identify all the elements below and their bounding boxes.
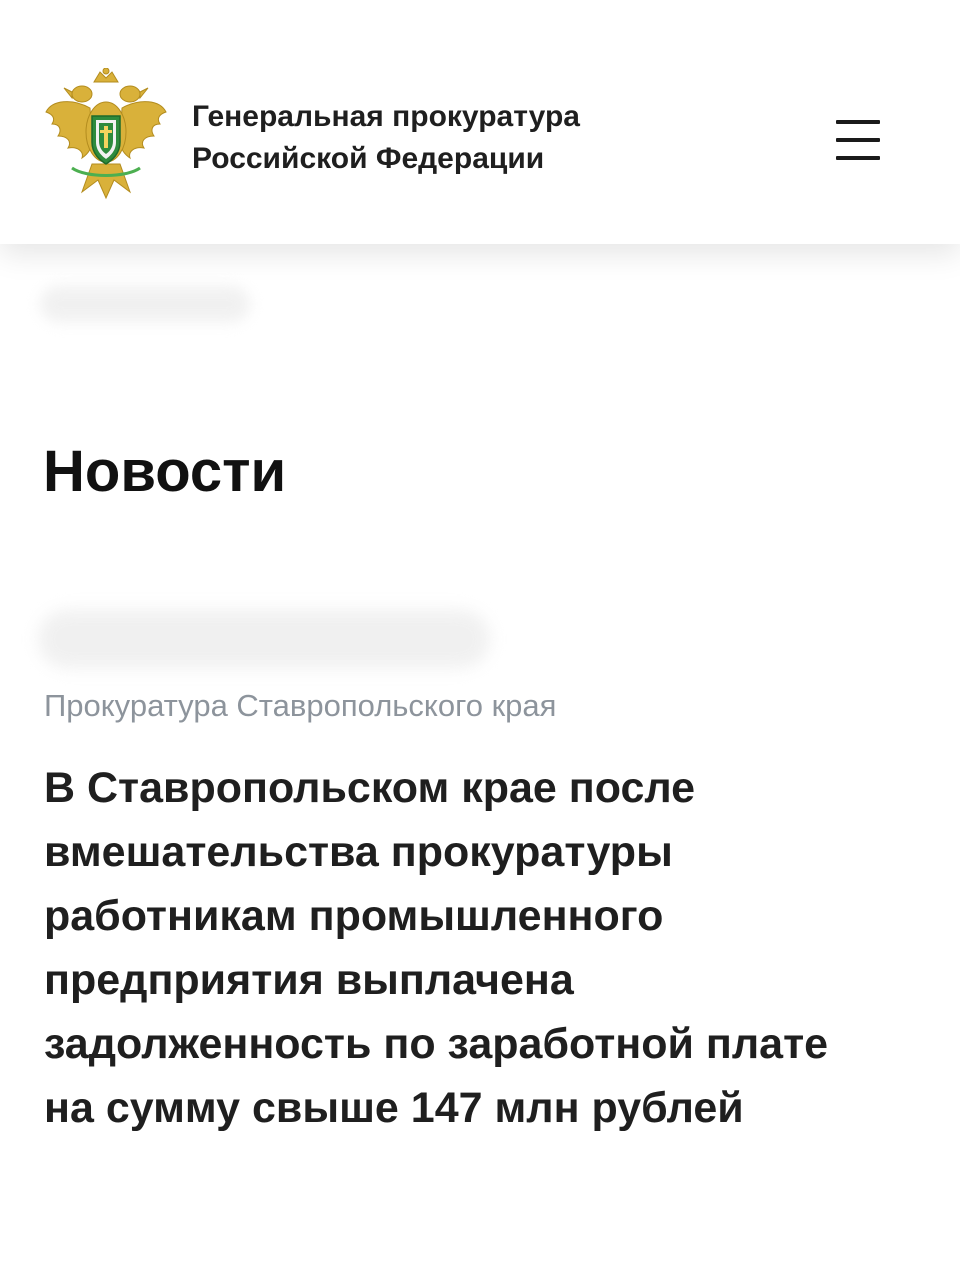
hamburger-menu-button[interactable] xyxy=(828,112,888,168)
organization-name-line-1: Генеральная прокуратура xyxy=(192,100,580,133)
site-header: Генеральная прокуратура Российской Федер… xyxy=(0,0,960,244)
organization-name-line-2: Российской Федерации xyxy=(192,142,545,175)
news-headline-line: на сумму свыше 147 млн рублей xyxy=(44,1084,744,1132)
organization-name[interactable]: Генеральная прокуратура Российской Федер… xyxy=(192,96,752,180)
news-headline-line: задолженность по заработной плате xyxy=(44,1020,829,1068)
news-headline-line: В Ставропольском крае после xyxy=(44,764,696,812)
coat-of-arms-icon xyxy=(45,67,167,200)
logo-emblem-link[interactable] xyxy=(42,67,170,208)
news-headline-line: предприятия выплачена xyxy=(44,956,574,1004)
page-title: Новости xyxy=(43,439,287,504)
news-source-label[interactable]: Прокуратура Ставропольского края xyxy=(44,686,556,726)
news-headline-link[interactable]: В Ставропольском крае после вмешательств… xyxy=(44,756,924,1140)
news-headline-line: вмешательства прокуратуры xyxy=(44,828,673,876)
blurred-date-placeholder xyxy=(38,610,490,668)
blurred-breadcrumb xyxy=(40,286,250,322)
news-headline-line: работникам промышленного xyxy=(44,892,664,940)
